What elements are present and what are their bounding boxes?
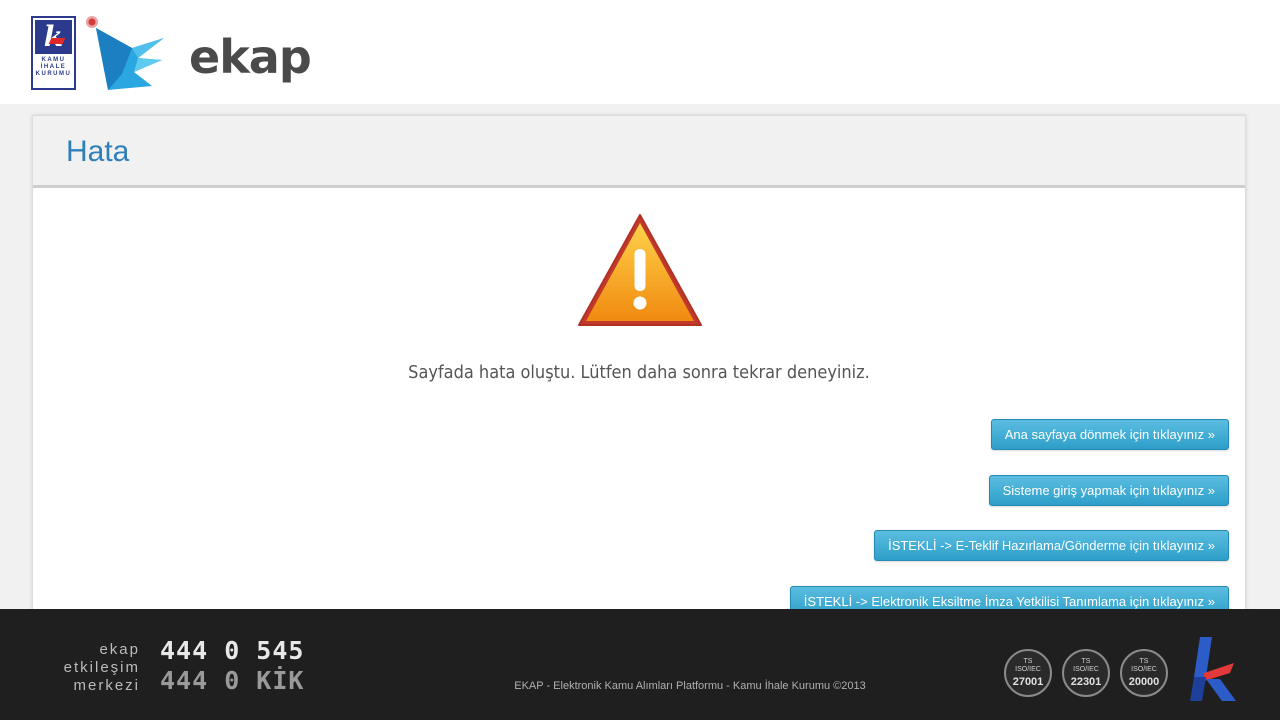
iso-20000-badge: TS ISO/IEC 20000 [1120,649,1168,697]
header: k KAMU İHALE KURUMU ekap [0,0,1280,104]
iso-27001-badge: TS ISO/IEC 27001 [1004,649,1052,697]
login-button[interactable]: Sisteme giriş yapmak için tıklayınız » [988,475,1229,506]
kik-logo[interactable]: k KAMU İHALE KURUMU [31,16,76,90]
ekap-bird-icon [86,16,164,90]
kik-logo-text: KAMU İHALE KURUMU [35,57,72,77]
phone-number: 444 0 545 [160,636,305,665]
ekap-brand-text[interactable]: ekap [189,30,312,84]
eteklif-button[interactable]: İSTEKLİ -> E-Teklif Hazırlama/Gönderme i… [874,530,1229,561]
error-message: Sayfada hata oluştu. Lütfen daha sonra t… [408,362,870,383]
home-button[interactable]: Ana sayfaya dönmek için tıklayınız » [990,419,1229,450]
kik-logo-letter: k [35,20,72,54]
iso-22301-badge: TS ISO/IEC 22301 [1062,649,1110,697]
page-title: Hata [66,135,130,168]
error-panel: Hata Sayfada hata oluştu. Lütfen daha so… [32,115,1246,617]
kik-logo-accent [48,38,66,44]
panel-heading: Hata [33,116,1245,188]
warning-triangle-icon [578,214,702,326]
kik-footer-logo-icon[interactable] [1186,633,1242,705]
footer: ekap etkileşim merkezi 444 0 545 444 0 K… [0,609,1280,720]
